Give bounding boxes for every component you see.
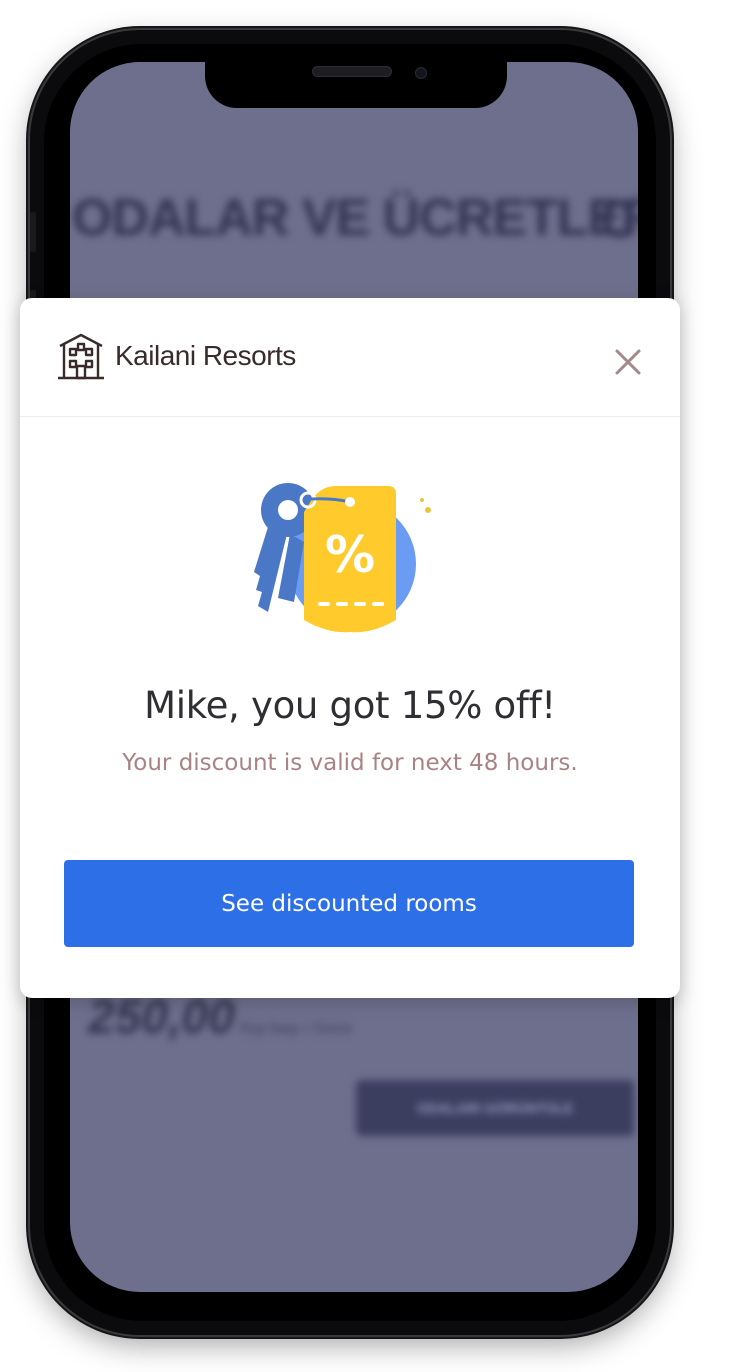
modal-header: Kailani Resorts (20, 298, 680, 417)
hotel-building-icon (58, 333, 104, 380)
background-price: 250,00 (88, 991, 235, 1044)
discount-headline: Mike, you got 15% off! (144, 684, 556, 727)
discount-tag-with-keys-icon: % (254, 483, 431, 633)
background-view-rooms-button: ODALARI GÖRÜNTÜLE (356, 1080, 634, 1136)
background-heading: ODALAR VE ÜCRETLER (72, 189, 638, 247)
brand-name: Kailani Resorts (115, 340, 296, 371)
see-discounted-rooms-button[interactable]: See discounted rooms (64, 860, 634, 947)
phone-camera (415, 67, 427, 79)
background-heading-cut: C (600, 191, 638, 249)
discount-validity-text: Your discount is valid for next 48 hours… (122, 750, 578, 776)
background-price-note: Kişi başı / Gece (240, 1020, 353, 1037)
close-icon[interactable] (610, 344, 646, 380)
svg-text:%: % (325, 526, 375, 584)
discount-modal: Kailani Resorts % Mike, you got 15% off!… (20, 298, 680, 998)
phone-speaker (312, 66, 392, 77)
side-button-left (30, 212, 36, 252)
